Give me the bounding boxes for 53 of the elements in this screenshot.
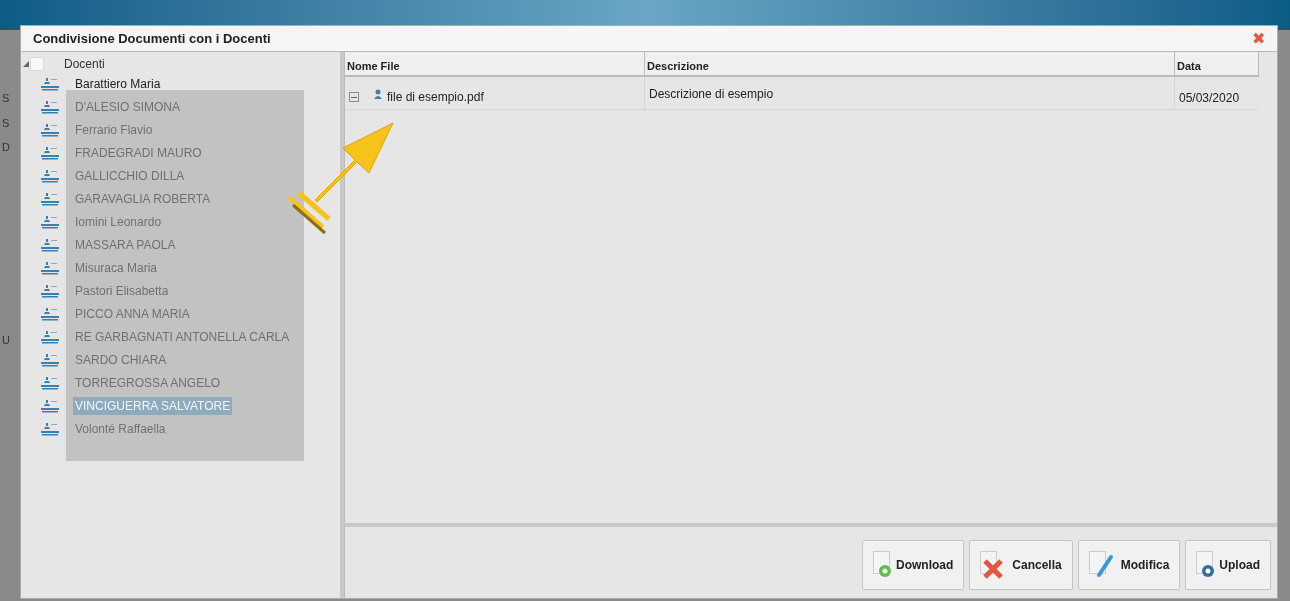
person-card-icon bbox=[41, 421, 59, 436]
teacher-item[interactable]: D'ALESIO SIMONA bbox=[73, 97, 182, 116]
person-card-icon bbox=[41, 145, 59, 160]
person-card-icon bbox=[41, 191, 59, 206]
collapse-toggle[interactable] bbox=[349, 92, 359, 102]
person-card-icon bbox=[41, 168, 59, 183]
person-card-icon bbox=[41, 352, 59, 367]
teacher-item[interactable]: GALLICCHIO DILLA bbox=[73, 166, 187, 185]
person-card-icon bbox=[41, 76, 59, 91]
teacher-item[interactable]: MASSARA PAOLA bbox=[73, 235, 178, 254]
window-title: Condivisione Documenti con i Docenti bbox=[33, 29, 271, 48]
column-header[interactable]: Descrizione bbox=[645, 52, 1175, 75]
teacher-item[interactable]: RE GARBAGNATI ANTONELLA CARLA bbox=[73, 327, 292, 346]
table-cell-text: 05/03/2020 bbox=[1178, 90, 1241, 107]
teacher-item[interactable]: Misuraca Maria bbox=[73, 258, 160, 277]
person-card-icon bbox=[41, 260, 59, 275]
person-card-icon bbox=[41, 329, 59, 344]
upload-button[interactable]: Upload bbox=[1185, 539, 1271, 590]
person-icon bbox=[373, 89, 383, 99]
person-card-icon bbox=[41, 306, 59, 321]
tree-root-label[interactable]: Docenti bbox=[64, 55, 105, 73]
checkbox[interactable] bbox=[30, 57, 44, 71]
person-card-icon bbox=[41, 99, 59, 114]
table-cell: Descrizione di esempio bbox=[645, 77, 1175, 109]
teacher-item[interactable]: Barattiero Maria bbox=[73, 74, 163, 93]
delete-button[interactable]: Cancella bbox=[969, 539, 1073, 590]
teacher-item[interactable]: Ferrario Flavio bbox=[73, 120, 155, 139]
table-cell-text: file di esempio.pdf bbox=[387, 89, 484, 106]
column-header[interactable]: Nome File bbox=[345, 52, 645, 75]
teacher-item[interactable]: TORREGROSSA ANGELO bbox=[73, 373, 223, 392]
person-card-icon bbox=[41, 398, 59, 413]
document-upload-icon bbox=[1196, 551, 1216, 578]
person-card-icon bbox=[41, 283, 59, 298]
person-card-icon bbox=[41, 375, 59, 390]
document-plus-icon bbox=[872, 551, 892, 578]
person-card-icon bbox=[41, 237, 59, 252]
edit-button[interactable]: Modifica bbox=[1077, 539, 1181, 590]
background-label: D bbox=[1, 140, 11, 155]
teacher-item[interactable]: SARDO CHIARA bbox=[73, 350, 169, 369]
download-button[interactable]: Download bbox=[861, 539, 965, 590]
background-label: S bbox=[1, 115, 11, 131]
person-card-icon bbox=[41, 214, 59, 229]
teacher-item[interactable]: Pastori Elisabetta bbox=[73, 281, 171, 300]
column-header[interactable]: Data bbox=[1175, 52, 1259, 75]
teacher-item[interactable]: PICCO ANNA MARIA bbox=[73, 304, 192, 323]
teacher-item[interactable]: Iomini Leonardo bbox=[73, 212, 164, 231]
teacher-item[interactable]: GARAVAGLIA ROBERTA bbox=[73, 189, 213, 208]
teacher-item[interactable]: Volonté Raffaella bbox=[73, 419, 168, 438]
teacher-item[interactable]: FRADEGRADI MAURO bbox=[73, 143, 204, 162]
background-label: U bbox=[1, 332, 11, 348]
background-label: S bbox=[1, 91, 11, 106]
close-button[interactable]: ✖ bbox=[1252, 30, 1265, 47]
person-card-icon bbox=[41, 122, 59, 137]
